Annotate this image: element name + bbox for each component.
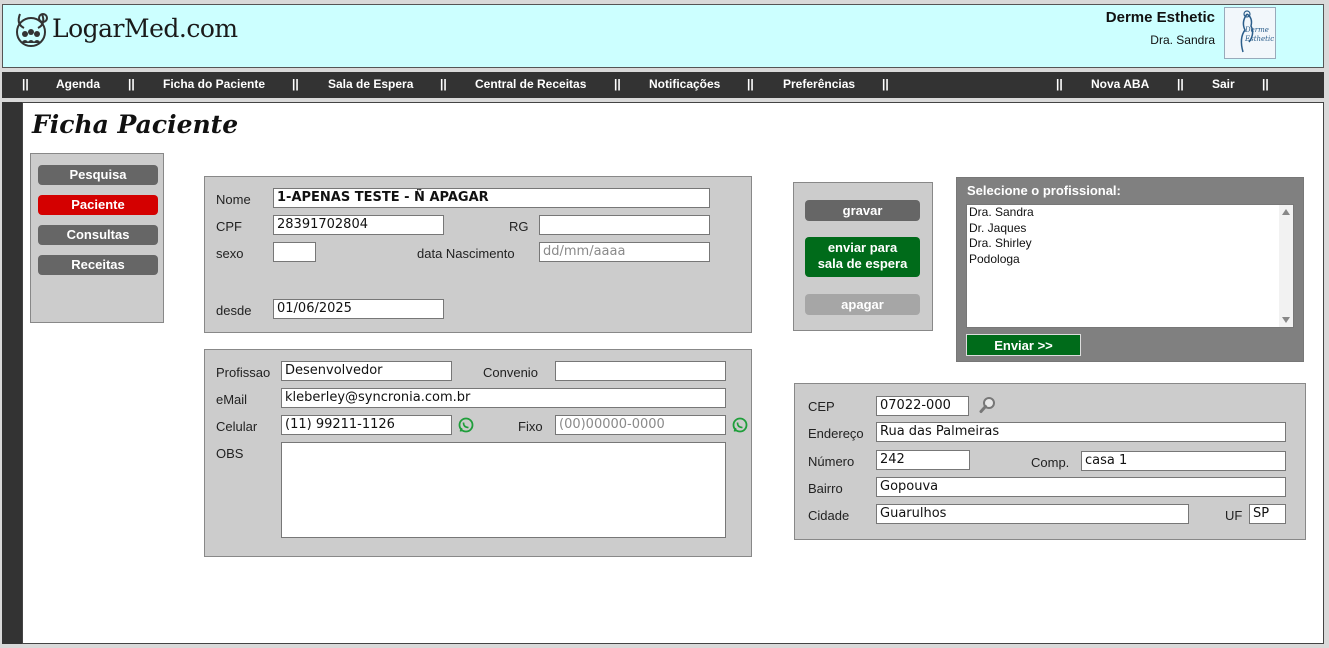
cpf-label: CPF xyxy=(216,219,242,234)
contact-panel: Profissao Desenvolvedor Convenio eMail k… xyxy=(204,349,752,557)
nascimento-field[interactable]: dd/mm/aaaa xyxy=(539,242,710,262)
scroll-down-icon[interactable] xyxy=(1282,317,1290,323)
celular-field[interactable]: (11) 99211-1126 xyxy=(281,415,452,435)
listbox-scrollbar[interactable] xyxy=(1279,205,1293,327)
enviar-line1: enviar para xyxy=(827,240,898,255)
nav-separator: || xyxy=(614,77,621,91)
actions-panel: gravar enviar para sala de espera apagar xyxy=(793,182,933,331)
list-item[interactable]: Dra. Shirley xyxy=(967,236,1293,252)
clinic-logo-text: Derme Esthetic xyxy=(1245,26,1275,43)
email-label: eMail xyxy=(216,392,248,407)
numero-field[interactable]: 242 xyxy=(876,450,970,470)
left-strip xyxy=(2,102,23,644)
profissao-label: Profissao xyxy=(216,365,271,380)
sexo-field[interactable] xyxy=(273,242,316,262)
nome-field[interactable]: 1-APENAS TESTE - Ñ APAGAR xyxy=(273,188,710,208)
clinic-doctor-name: Dra. Sandra xyxy=(1150,33,1215,47)
nav-separator: || xyxy=(882,77,889,91)
main-nav: || Agenda || Ficha do Paciente || Sala d… xyxy=(2,72,1324,98)
numero-label: Número xyxy=(808,454,855,469)
nav-separator: || xyxy=(292,77,299,91)
nav-item-nova-aba[interactable]: Nova ABA xyxy=(1091,77,1149,91)
whatsapp-icon[interactable] xyxy=(458,417,474,433)
sidebar-item-consultas[interactable]: Consultas xyxy=(38,225,158,245)
nav-separator: || xyxy=(1262,77,1269,91)
comp-field[interactable]: casa 1 xyxy=(1081,451,1286,471)
list-item[interactable]: Dra. Sandra xyxy=(967,205,1293,221)
cep-label: CEP xyxy=(808,399,835,414)
nascimento-label: data Nascimento xyxy=(417,246,515,261)
convenio-field[interactable] xyxy=(555,361,726,381)
uf-label: UF xyxy=(1225,508,1243,523)
professional-title: Selecione o profissional: xyxy=(967,183,1121,198)
fixo-field[interactable]: (00)00000-0000 xyxy=(555,415,726,435)
sidebar-item-receitas[interactable]: Receitas xyxy=(38,255,158,275)
nav-item-preferencias[interactable]: Preferências xyxy=(783,77,855,91)
address-panel: CEP 07022-000 Endereço Rua das Palmeiras… xyxy=(794,383,1306,540)
nav-item-ficha-paciente[interactable]: Ficha do Paciente xyxy=(163,77,265,91)
list-item[interactable]: Dr. Jaques xyxy=(967,221,1293,237)
enviar-line2: sala de espera xyxy=(817,256,908,271)
nav-separator: || xyxy=(22,77,29,91)
nav-separator: || xyxy=(440,77,447,91)
bairro-label: Bairro xyxy=(808,481,843,496)
nav-item-sala-espera[interactable]: Sala de Espera xyxy=(328,77,413,91)
sidebar-menu: Pesquisa Paciente Consultas Receitas xyxy=(30,153,164,323)
email-field[interactable]: kleberley@syncronia.com.br xyxy=(281,388,726,408)
nav-separator: || xyxy=(747,77,754,91)
search-icon[interactable] xyxy=(979,396,997,414)
apagar-button[interactable]: apagar xyxy=(805,294,920,315)
nav-separator: || xyxy=(128,77,135,91)
nav-item-agenda[interactable]: Agenda xyxy=(56,77,100,91)
list-item[interactable]: Podologa xyxy=(967,252,1293,268)
clinic-logo: Derme Esthetic xyxy=(1224,7,1276,59)
rg-label: RG xyxy=(509,219,529,234)
desde-label: desde xyxy=(216,303,252,318)
sidebar-item-pesquisa[interactable]: Pesquisa xyxy=(38,165,158,185)
convenio-label: Convenio xyxy=(483,365,538,380)
clinic-name: Derme Esthetic xyxy=(1105,9,1215,26)
rg-field[interactable] xyxy=(539,215,710,235)
nav-separator: || xyxy=(1056,77,1063,91)
gravar-button[interactable]: gravar xyxy=(805,200,920,221)
endereco-label: Endereço xyxy=(808,426,864,441)
fixo-label: Fixo xyxy=(518,419,543,434)
sidebar-item-paciente[interactable]: Paciente xyxy=(38,195,158,215)
nav-item-central-receitas[interactable]: Central de Receitas xyxy=(475,77,586,91)
obs-textarea[interactable] xyxy=(281,442,726,538)
app-logo-text[interactable]: LogarMed.com xyxy=(52,14,238,43)
enviar-profissional-button[interactable]: Enviar >> xyxy=(966,334,1081,356)
cpf-field[interactable]: 28391702804 xyxy=(273,215,444,235)
comp-label: Comp. xyxy=(1031,455,1070,470)
page-title: Ficha Paciente xyxy=(32,110,239,139)
professional-panel: Selecione o profissional: Dra. Sandra Dr… xyxy=(956,177,1304,362)
sexo-label: sexo xyxy=(216,246,244,261)
patient-panel: Nome 1-APENAS TESTE - Ñ APAGAR CPF 28391… xyxy=(204,176,752,333)
professional-listbox[interactable]: Dra. Sandra Dr. Jaques Dra. Shirley Podo… xyxy=(966,204,1294,328)
enviar-sala-espera-button[interactable]: enviar para sala de espera xyxy=(805,237,920,277)
cidade-field[interactable]: Guarulhos xyxy=(876,504,1189,524)
profissao-field[interactable]: Desenvolvedor xyxy=(281,361,452,381)
stethoscope-logo-icon xyxy=(16,13,48,47)
nav-item-notificacoes[interactable]: Notificações xyxy=(649,77,720,91)
celular-label: Celular xyxy=(216,419,258,434)
nome-label: Nome xyxy=(216,192,251,207)
endereco-field[interactable]: Rua das Palmeiras xyxy=(876,422,1286,442)
scroll-up-icon[interactable] xyxy=(1282,209,1290,215)
nav-item-sair[interactable]: Sair xyxy=(1212,77,1235,91)
uf-field[interactable]: SP xyxy=(1249,504,1286,524)
bairro-field[interactable]: Gopouva xyxy=(876,477,1286,497)
whatsapp-icon[interactable] xyxy=(732,417,748,433)
desde-field[interactable]: 01/06/2025 xyxy=(273,299,444,319)
cep-field[interactable]: 07022-000 xyxy=(876,396,969,416)
obs-label: OBS xyxy=(216,446,244,461)
cidade-label: Cidade xyxy=(808,508,850,523)
nav-separator: || xyxy=(1177,77,1184,91)
